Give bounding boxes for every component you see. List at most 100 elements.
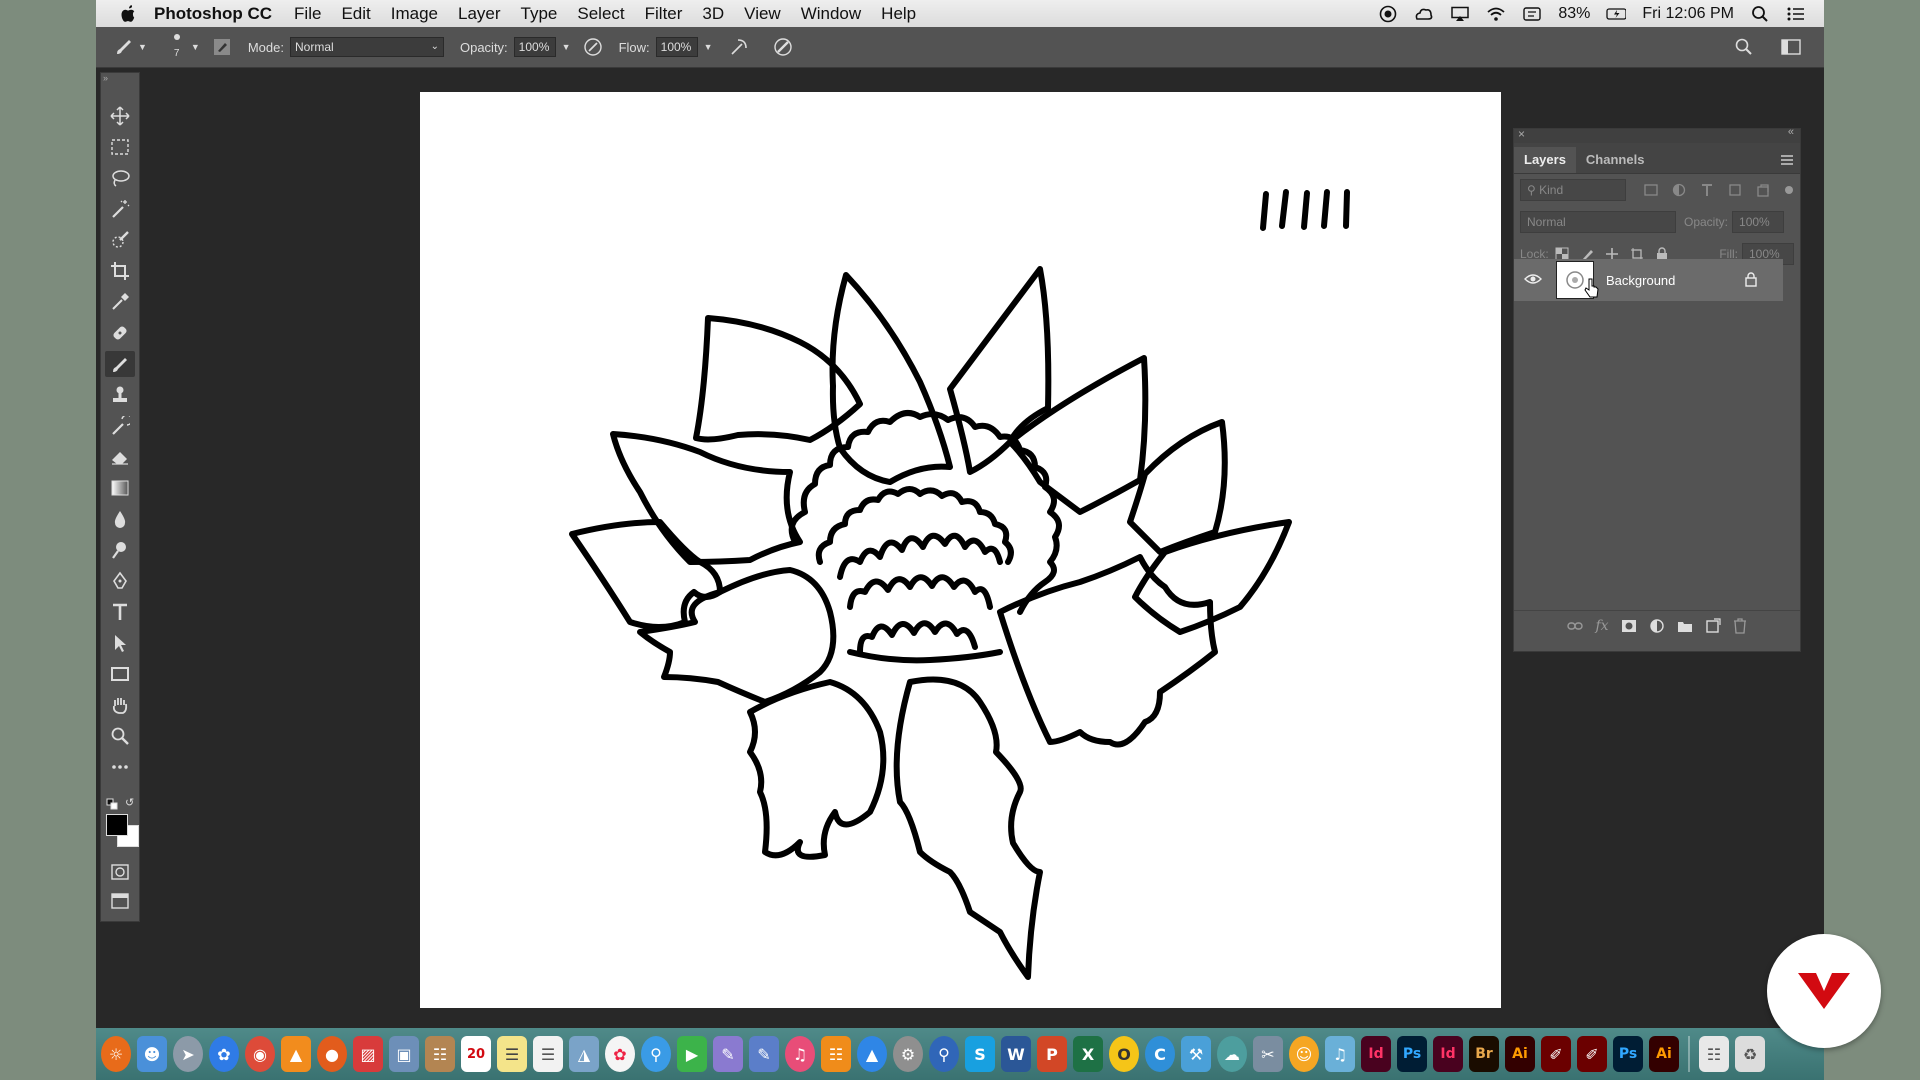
- quick-selection-tool-icon[interactable]: [105, 227, 135, 253]
- acrobat-icon[interactable]: ✐: [1541, 1036, 1571, 1072]
- vlc-icon[interactable]: ▲: [281, 1036, 311, 1072]
- lasso-tool-icon[interactable]: [105, 165, 135, 191]
- collapse-panel-icon[interactable]: «: [1788, 126, 1794, 138]
- vpn-icon[interactable]: ☁: [1217, 1036, 1247, 1072]
- scissors-app-icon[interactable]: ✂: [1253, 1036, 1283, 1072]
- tool-app-icon[interactable]: ⚒: [1181, 1036, 1211, 1072]
- brush-tool-preset-icon[interactable]: [112, 35, 136, 59]
- menu-filter[interactable]: Filter: [645, 4, 683, 24]
- battery-icon[interactable]: [1606, 5, 1627, 23]
- trash-icon[interactable]: ♻: [1735, 1036, 1765, 1072]
- filter-shape-icon[interactable]: [1728, 183, 1742, 197]
- add-mask-icon[interactable]: [1621, 619, 1637, 633]
- excel-icon[interactable]: X: [1073, 1036, 1103, 1072]
- calendar-icon[interactable]: 20: [461, 1036, 491, 1072]
- opacity-input[interactable]: 100%: [513, 37, 556, 57]
- keyboard-input-icon[interactable]: [1522, 5, 1542, 23]
- collapse-tools-icon[interactable]: »: [103, 73, 108, 83]
- new-layer-icon[interactable]: [1705, 618, 1721, 634]
- gradient-tool-icon[interactable]: [105, 475, 135, 501]
- contacts-icon[interactable]: ☷: [425, 1036, 455, 1072]
- system-preferences-icon[interactable]: ⚙: [893, 1036, 923, 1072]
- photos-icon[interactable]: ✿: [605, 1036, 635, 1072]
- blend-mode-select[interactable]: Normal ⌄: [289, 37, 444, 57]
- app-store-icon[interactable]: ▲: [857, 1036, 887, 1072]
- itunes-icon[interactable]: ♫: [785, 1036, 815, 1072]
- notes-icon[interactable]: ☰: [497, 1036, 527, 1072]
- record-icon[interactable]: [1378, 5, 1398, 23]
- healing-brush-tool-icon[interactable]: [105, 320, 135, 346]
- indesign-icon[interactable]: Id: [1361, 1036, 1391, 1072]
- search-icon[interactable]: [1732, 35, 1756, 59]
- menu-help[interactable]: Help: [881, 4, 916, 24]
- move-tool-icon[interactable]: [105, 103, 135, 129]
- photoshop-alt-icon[interactable]: Ps: [1613, 1036, 1643, 1072]
- pen-tool-icon[interactable]: [105, 568, 135, 594]
- crop-tool-icon[interactable]: [105, 258, 135, 284]
- airplay-icon[interactable]: [1450, 5, 1470, 23]
- creative-cloud-icon[interactable]: [1414, 5, 1434, 23]
- tab-layers[interactable]: Layers: [1514, 147, 1576, 173]
- maps-icon[interactable]: ◮: [569, 1036, 599, 1072]
- brush-tool-icon[interactable]: [105, 351, 135, 377]
- document-canvas[interactable]: [420, 92, 1501, 1008]
- menu-file[interactable]: File: [294, 4, 321, 24]
- adjustment-layer-icon[interactable]: [1649, 618, 1665, 634]
- airbrush-icon[interactable]: [727, 35, 751, 59]
- history-brush-tool-icon[interactable]: [105, 413, 135, 439]
- quick-mask-icon[interactable]: [105, 859, 135, 885]
- preset-caret-icon[interactable]: ▼: [138, 42, 147, 52]
- brush-size-picker[interactable]: 7: [163, 29, 191, 65]
- smile-app-icon[interactable]: ☺: [1289, 1036, 1319, 1072]
- app-name[interactable]: Photoshop CC: [154, 4, 272, 24]
- indesign-alt-icon[interactable]: Id: [1433, 1036, 1463, 1072]
- hand-tool-icon[interactable]: [105, 692, 135, 718]
- preview-icon[interactable]: ▣: [389, 1036, 419, 1072]
- reminders-icon[interactable]: ☰: [533, 1036, 563, 1072]
- menu-image[interactable]: Image: [391, 4, 438, 24]
- filter-smart-object-icon[interactable]: [1756, 183, 1770, 197]
- bridge-icon[interactable]: Br: [1469, 1036, 1499, 1072]
- dodge-tool-icon[interactable]: [105, 537, 135, 563]
- flow-caret-icon[interactable]: ▼: [704, 42, 713, 52]
- menu-type[interactable]: Type: [521, 4, 558, 24]
- ibooks-icon[interactable]: ☷: [821, 1036, 851, 1072]
- menu-edit[interactable]: Edit: [341, 4, 370, 24]
- apple-icon[interactable]: [118, 3, 140, 25]
- screen-mode-icon[interactable]: [105, 888, 135, 914]
- marquee-tool-icon[interactable]: [105, 134, 135, 160]
- spotlight-search-icon[interactable]: [1750, 5, 1770, 23]
- image-editor-icon[interactable]: ✎: [749, 1036, 779, 1072]
- facetime-icon[interactable]: ▶: [677, 1036, 707, 1072]
- notification-center-icon[interactable]: [1786, 5, 1806, 23]
- chrome-icon[interactable]: ◉: [245, 1036, 275, 1072]
- acrobat-alt-icon[interactable]: ✐: [1577, 1036, 1607, 1072]
- layer-style-fx-icon[interactable]: fx: [1595, 618, 1608, 634]
- panel-menu-icon[interactable]: [1780, 147, 1794, 173]
- magic-wand-tool-icon[interactable]: [105, 196, 135, 222]
- photoshop-icon[interactable]: Ps: [1397, 1036, 1427, 1072]
- link-layers-icon[interactable]: [1567, 620, 1584, 632]
- visibility-eye-icon[interactable]: [1524, 272, 1542, 289]
- finder-icon[interactable]: ☻: [137, 1036, 167, 1072]
- brush-size-caret-icon[interactable]: ▼: [191, 42, 200, 52]
- default-colors-icon[interactable]: [106, 797, 118, 815]
- skype-icon[interactable]: S: [965, 1036, 995, 1072]
- blur-tool-icon[interactable]: [105, 506, 135, 532]
- zoom-tool-icon[interactable]: [105, 723, 135, 749]
- close-icon[interactable]: ×: [1518, 127, 1525, 141]
- flow-input[interactable]: 100%: [655, 37, 698, 57]
- layer-opacity-input[interactable]: 100%: [1732, 211, 1785, 233]
- word-icon[interactable]: W: [1001, 1036, 1031, 1072]
- firefox-icon[interactable]: ●: [317, 1036, 347, 1072]
- path-selection-tool-icon[interactable]: [105, 630, 135, 656]
- rectangle-tool-icon[interactable]: [105, 661, 135, 687]
- clone-stamp-tool-icon[interactable]: [105, 382, 135, 408]
- keynote-icon[interactable]: ♫: [1325, 1036, 1355, 1072]
- delete-layer-trash-icon[interactable]: [1733, 618, 1747, 634]
- pressure-opacity-icon[interactable]: [581, 35, 605, 59]
- safari-icon[interactable]: ✿: [209, 1036, 239, 1072]
- popcorn-app-icon[interactable]: ▨: [353, 1036, 383, 1072]
- quicktime-icon[interactable]: ⚲: [929, 1036, 959, 1072]
- filter-pixel-icon[interactable]: [1644, 184, 1658, 196]
